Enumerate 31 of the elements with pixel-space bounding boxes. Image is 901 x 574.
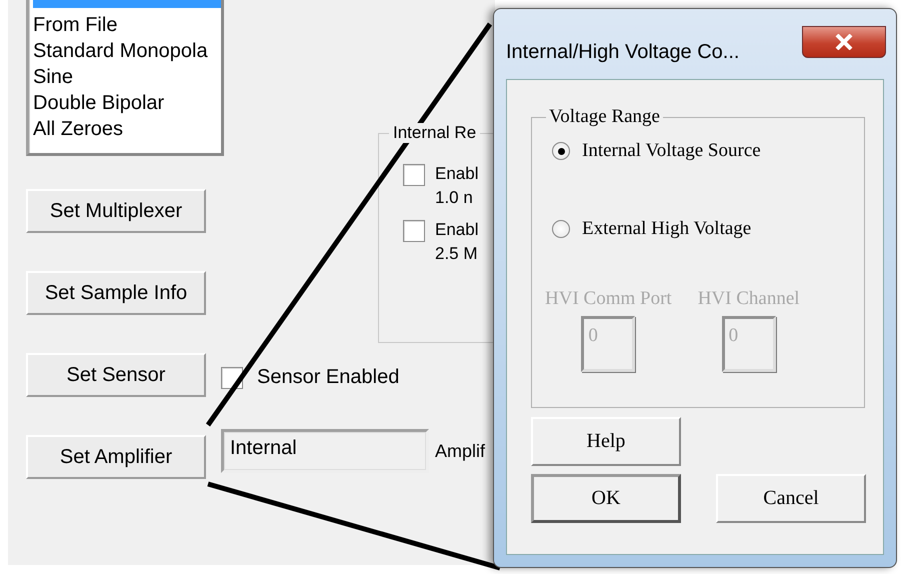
action-button[interactable]: Set Amplifier — [26, 435, 206, 479]
field-label: HVI Channel — [698, 288, 800, 310]
list-item[interactable]: From File — [33, 12, 221, 38]
dialog-button[interactable]: Cancel — [716, 474, 866, 523]
list-item[interactable]: Double Bipolar — [33, 90, 221, 116]
action-button[interactable]: Set Multiplexer — [26, 189, 206, 233]
window-title: Internal/High Voltage Co... — [506, 41, 740, 64]
action-button[interactable]: Set Sensor — [26, 353, 206, 397]
checkbox[interactable] — [403, 164, 425, 186]
amplifier-field[interactable]: Internal — [221, 429, 429, 473]
field-label: Amplif — [435, 440, 486, 462]
group-title: Internal Re — [389, 123, 480, 143]
list-item[interactable]: Sine — [33, 64, 221, 90]
action-button[interactable]: Set Sample Info — [26, 271, 206, 315]
checkbox-label: Enabl 2.5 M — [435, 219, 478, 265]
close-icon — [835, 34, 853, 50]
radio-button[interactable] — [552, 220, 570, 238]
checkbox[interactable] — [403, 220, 425, 242]
group-title: Voltage Range — [546, 106, 663, 128]
list-box[interactable]: From File Standard Monopola Sine Double Bipolar All Zeroes — [26, 0, 224, 156]
dialog-button[interactable]: Help — [531, 417, 681, 466]
dialog-button[interactable]: OK — [531, 474, 681, 523]
radio-label: External High Voltage — [582, 218, 752, 240]
radio-button[interactable] — [552, 142, 570, 160]
checkbox-label: Enabl 1.0 n — [435, 163, 478, 209]
checkbox-label: Sensor Enabled — [257, 366, 400, 388]
list-item[interactable]: Standard Monopola — [33, 38, 221, 64]
radio-label: Internal Voltage Source — [582, 140, 761, 162]
list-item[interactable]: All Zeroes — [33, 116, 221, 142]
field-label: HVI Comm Port — [545, 288, 672, 310]
close-button[interactable] — [802, 26, 886, 58]
